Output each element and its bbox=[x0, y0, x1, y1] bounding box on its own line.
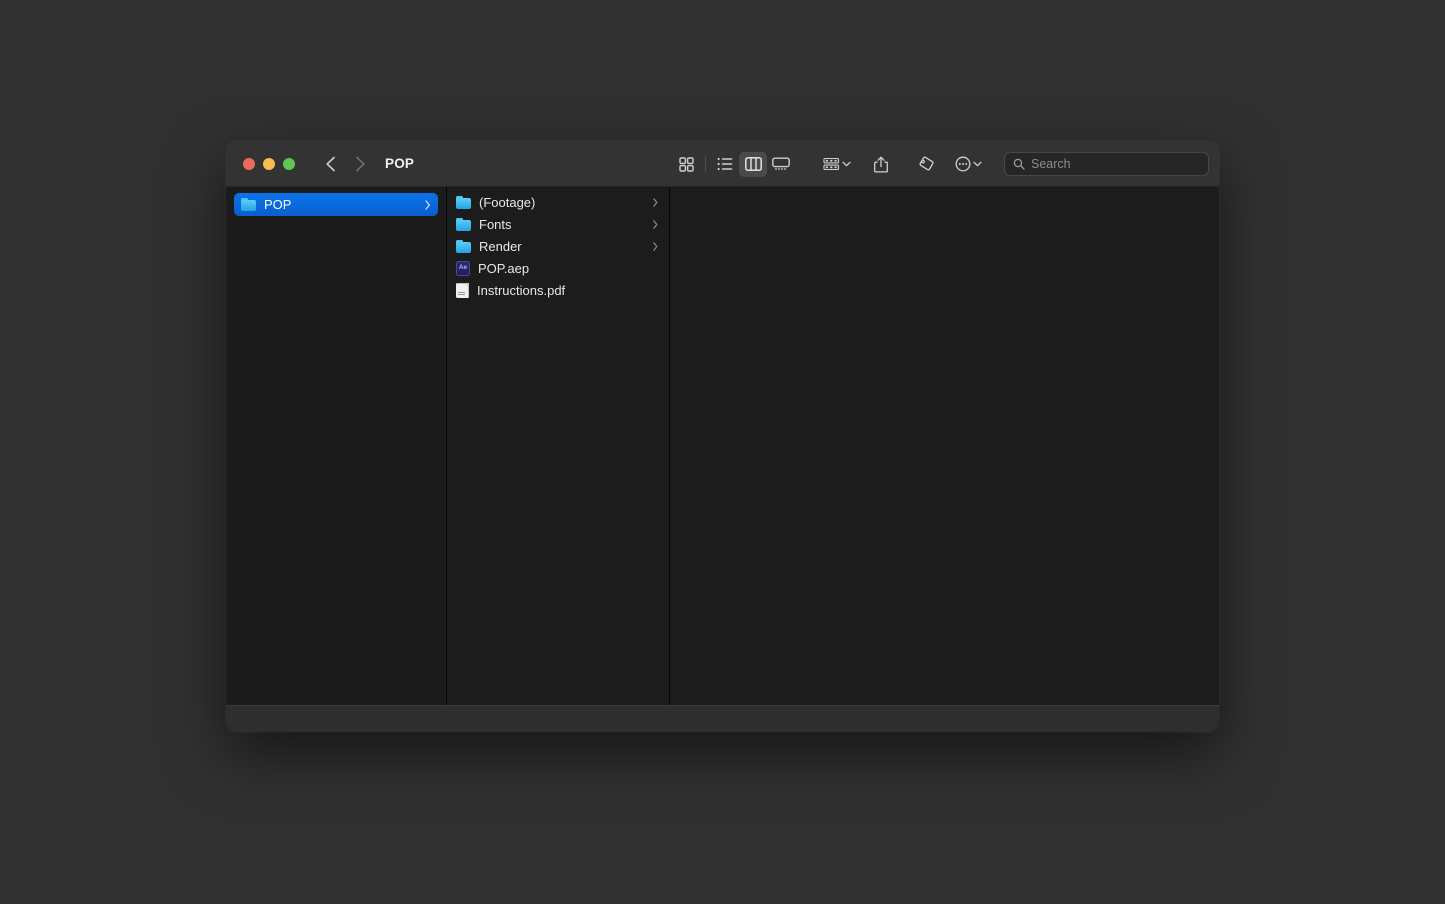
disclosure-chevron-icon[interactable] bbox=[653, 219, 661, 229]
window-title: POP bbox=[385, 156, 415, 171]
disclosure-chevron-icon[interactable] bbox=[425, 199, 431, 210]
group-icon bbox=[823, 157, 840, 171]
gallery-icon bbox=[772, 157, 790, 170]
status-bar bbox=[226, 705, 1219, 732]
chevron-left-icon bbox=[325, 156, 335, 171]
list-item-label: (Footage) bbox=[479, 194, 536, 210]
traffic-light-group bbox=[243, 157, 295, 170]
more-actions-button[interactable] bbox=[955, 152, 982, 177]
folder-icon bbox=[456, 239, 471, 253]
after-effects-icon: Ae bbox=[456, 260, 470, 276]
list-item-label: Instructions.pdf bbox=[477, 282, 566, 298]
chevron-down-icon bbox=[842, 161, 851, 167]
maximize-button[interactable] bbox=[283, 157, 295, 170]
forward-button[interactable] bbox=[350, 154, 370, 174]
window-body: POP (Footage) Fonts Render Ae POP.aep In… bbox=[226, 187, 1219, 705]
search-icon bbox=[1013, 158, 1025, 170]
pdf-document-icon bbox=[456, 282, 469, 298]
view-mode-column-button[interactable] bbox=[739, 151, 767, 177]
finder-window: POP Search POP (Footage) Fonts Render Ae… bbox=[226, 141, 1219, 732]
column-one: (Footage) Fonts Render Ae POP.aep Instru… bbox=[447, 187, 670, 705]
list-item[interactable]: Ae POP.aep bbox=[447, 257, 669, 279]
list-item-label: POP.aep bbox=[478, 260, 530, 276]
group-by-button[interactable] bbox=[823, 152, 851, 177]
list-item-label: Render bbox=[479, 238, 522, 254]
columns-icon bbox=[744, 157, 762, 171]
sidebar-item-pop[interactable]: POP bbox=[234, 193, 438, 216]
list-icon bbox=[717, 157, 733, 171]
tag-icon bbox=[918, 156, 934, 171]
list-item[interactable]: Render bbox=[447, 235, 669, 257]
list-item[interactable]: (Footage) bbox=[447, 191, 669, 213]
folder-icon bbox=[456, 195, 471, 209]
disclosure-chevron-icon[interactable] bbox=[653, 241, 661, 251]
navigation-buttons bbox=[320, 154, 370, 174]
view-mode-gallery-button[interactable] bbox=[767, 152, 795, 177]
view-mode-list-button[interactable] bbox=[711, 152, 739, 177]
view-mode-group bbox=[672, 151, 795, 177]
grid-icon bbox=[678, 156, 694, 172]
sidebar-item-label: POP bbox=[264, 197, 292, 212]
minimize-button[interactable] bbox=[263, 157, 275, 170]
list-item[interactable]: Instructions.pdf bbox=[447, 279, 669, 301]
column-two[interactable] bbox=[670, 187, 1219, 705]
chevron-right-icon bbox=[355, 156, 365, 171]
view-mode-icon-button[interactable] bbox=[672, 152, 700, 177]
folder-icon bbox=[456, 217, 471, 231]
search-input[interactable]: Search bbox=[1031, 157, 1071, 171]
toolbar-right-cluster: Search bbox=[672, 141, 1219, 187]
folder-icon bbox=[241, 198, 256, 211]
disclosure-chevron-icon[interactable] bbox=[653, 197, 661, 207]
tags-button[interactable] bbox=[911, 152, 939, 177]
share-icon bbox=[874, 156, 888, 173]
sidebar: POP bbox=[226, 187, 447, 705]
window-titlebar: POP Search bbox=[226, 141, 1219, 187]
search-field[interactable]: Search bbox=[1004, 152, 1209, 176]
back-button[interactable] bbox=[320, 154, 340, 174]
toolbar-separator bbox=[705, 156, 706, 172]
ellipsis-circle-icon bbox=[955, 156, 971, 172]
share-button[interactable] bbox=[867, 152, 895, 177]
list-item[interactable]: Fonts bbox=[447, 213, 669, 235]
list-item-label: Fonts bbox=[479, 216, 512, 232]
chevron-down-icon bbox=[973, 161, 982, 167]
close-button[interactable] bbox=[243, 157, 255, 170]
